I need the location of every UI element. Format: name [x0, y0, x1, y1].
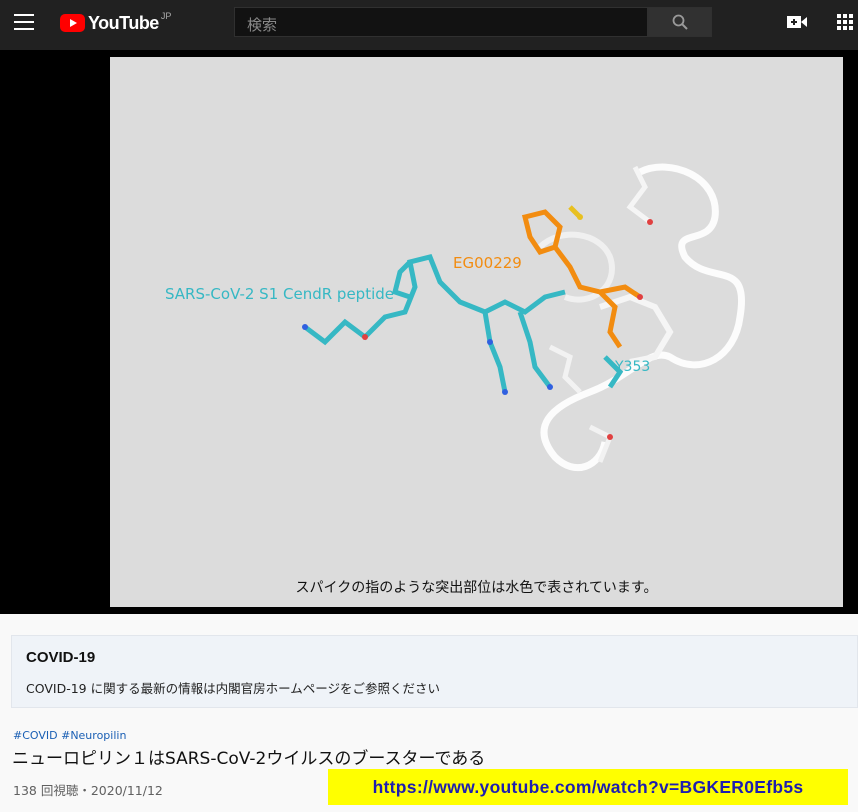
search-input[interactable]: 検索 [234, 7, 648, 37]
covid-panel-text[interactable]: COVID-19 に関する最新の情報は内閣官房ホームページをご参照ください [26, 678, 440, 697]
video-title: ニューロピリン１はSARS-CoV-2ウイルスのブースターである [12, 749, 486, 769]
youtube-logo[interactable]: YouTube JP [60, 11, 171, 35]
molecule-render: SARS-CoV-2 S1 CendR peptide EG00229 Y353 [165, 163, 745, 472]
menu-icon[interactable] [14, 14, 34, 30]
covid-panel-title: COVID-19 [26, 649, 96, 666]
url-banner: https://www.youtube.com/watch?v=BGKER0Ef… [328, 769, 848, 805]
video-frame[interactable]: SARS-CoV-2 S1 CendR peptide EG00229 Y353… [110, 57, 843, 607]
search-icon [672, 14, 688, 30]
compound-label: EG00229 [453, 254, 522, 272]
create-video-icon[interactable] [787, 14, 807, 30]
logo-region: JP [160, 11, 172, 21]
apps-grid-icon[interactable] [837, 14, 853, 30]
hashtags[interactable]: #COVID #Neuropilin [13, 729, 126, 742]
covid-info-panel[interactable]: COVID-19 COVID-19 に関する最新の情報は内閣官房ホームページをご… [11, 635, 858, 708]
video-caption: スパイクの指のような突出部位は水色で表されています。 [295, 580, 658, 596]
peptide-label: SARS-CoV-2 S1 CendR peptide [165, 285, 394, 303]
youtube-logo-icon [60, 14, 85, 32]
search-button[interactable] [648, 7, 712, 37]
logo-text: YouTube [88, 12, 159, 33]
view-count-date: 138 回視聴・2020/11/12 [13, 783, 163, 798]
top-bar: YouTube JP 検索 [0, 0, 858, 50]
residue-label: Y353 [614, 359, 650, 375]
